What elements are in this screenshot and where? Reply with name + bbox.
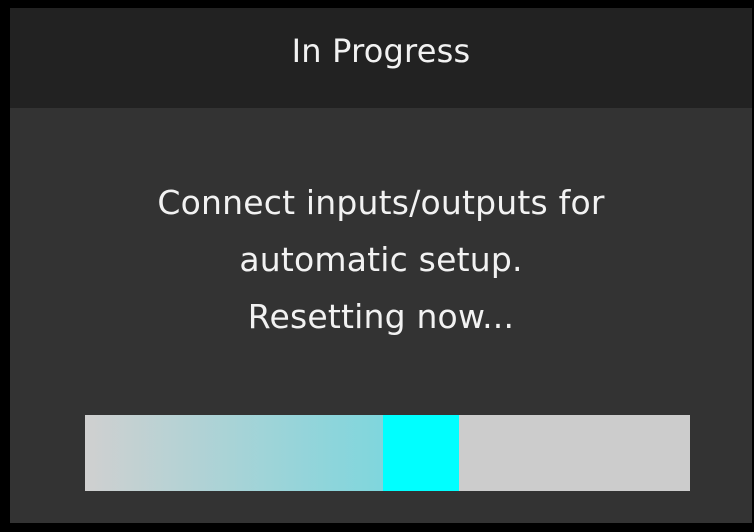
status-message: Connect inputs/outputs for automatic set…	[10, 174, 752, 345]
progress-bar-indicator	[382, 415, 459, 491]
progress-bar-trail	[85, 415, 383, 491]
dialog-header: In Progress	[10, 8, 752, 108]
progress-screen: In Progress Connect inputs/outputs for a…	[10, 8, 752, 523]
message-line-1: Connect inputs/outputs for	[157, 183, 605, 222]
dialog-title: In Progress	[291, 32, 471, 70]
progress-bar	[85, 415, 690, 491]
message-line-3: Resetting now...	[247, 297, 515, 336]
message-line-2: automatic setup.	[239, 240, 523, 279]
